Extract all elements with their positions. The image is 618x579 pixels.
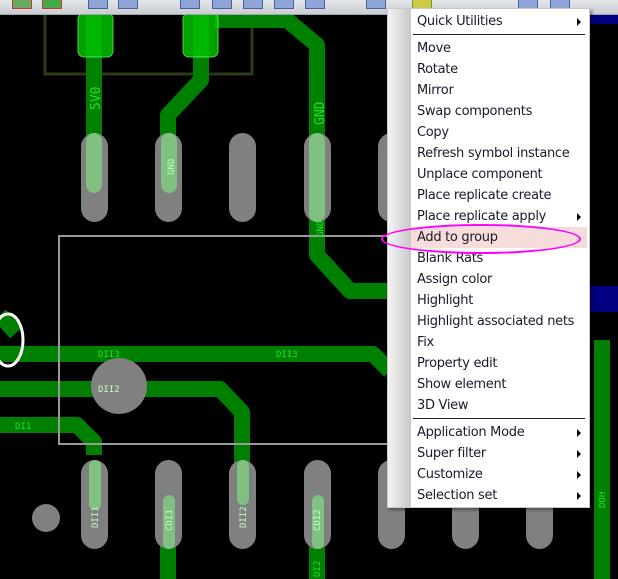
menu-item-copy[interactable]: Copy	[417, 122, 587, 143]
menu-item-label: Assign color	[417, 272, 493, 287]
menu-item-label: Refresh symbol instance	[417, 146, 570, 161]
menu-item-mirror[interactable]: Mirror	[417, 80, 587, 101]
smd-pads	[77, 15, 219, 58]
toolbar-button[interactable]	[274, 0, 294, 9]
menu-item-label: Quick Utilities	[417, 14, 503, 29]
svg-text:CDI1: CDI1	[165, 509, 175, 531]
svg-text:DII2: DII2	[98, 385, 120, 395]
svg-text:GND: GND	[167, 159, 177, 175]
menu-gutter	[388, 9, 411, 507]
toolbar-button[interactable]	[88, 0, 108, 9]
menu-item-move[interactable]: Move	[417, 38, 587, 59]
menu-separator	[413, 34, 585, 35]
menu-item-label: 3D View	[417, 398, 469, 413]
menu-item-assign-color[interactable]: Assign color	[417, 269, 587, 290]
menu-item-3d-view[interactable]: 3D View	[417, 395, 587, 416]
menu-item-swap-components[interactable]: Swap components	[417, 101, 587, 122]
menu-item-unplace-component[interactable]: Unplace component	[417, 164, 587, 185]
menu-item-fix[interactable]: Fix	[417, 332, 587, 353]
svg-text:DOH: DOH	[598, 492, 608, 508]
menu-item-label: Selection set	[417, 488, 498, 503]
menu-separator	[413, 418, 585, 419]
submenu-arrow-icon	[577, 492, 581, 500]
menu-item-super-filter[interactable]: Super filter	[417, 443, 587, 464]
menu-item-place-replicate-create[interactable]: Place replicate create	[417, 185, 587, 206]
blue-shape	[589, 15, 618, 24]
blue-shape	[589, 286, 618, 312]
submenu-arrow-icon	[577, 429, 581, 437]
toolbar-button[interactable]	[212, 0, 232, 9]
svg-text:DII3: DII3	[98, 350, 120, 360]
menu-item-application-mode[interactable]: Application Mode	[417, 422, 587, 443]
menu-item-property-edit[interactable]: Property edit	[417, 353, 587, 374]
submenu-arrow-icon	[577, 450, 581, 458]
submenu-arrow-icon	[577, 471, 581, 479]
menu-item-label: Place replicate create	[417, 188, 552, 203]
menu-item-label: Application Mode	[417, 425, 525, 440]
svg-text:5V0: 5V0	[89, 87, 104, 110]
menu-item-label: Swap components	[417, 104, 533, 119]
menu-item-label: Fix	[417, 335, 434, 350]
svg-text:GND: GND	[313, 101, 328, 125]
toolbar-button[interactable]	[12, 0, 32, 9]
svg-text:DII2: DII2	[239, 506, 249, 528]
submenu-arrow-icon	[577, 18, 581, 26]
menu-item-label: Show element	[417, 377, 507, 392]
svg-text:DII1: DII1	[91, 506, 101, 528]
toolbar-button[interactable]	[243, 0, 263, 9]
menu-item-label: Unplace component	[417, 167, 543, 182]
menu-item-customize[interactable]: Customize	[417, 464, 587, 485]
svg-text:GND: GND	[316, 221, 326, 237]
menu-item-highlight[interactable]: Highlight	[417, 290, 587, 311]
svg-text:DI1: DI1	[15, 422, 31, 432]
menu-item-label: Place replicate apply	[417, 209, 547, 224]
submenu-arrow-icon	[577, 213, 581, 221]
menu-item-label: Customize	[417, 467, 483, 482]
toolbar-button[interactable]	[180, 0, 200, 9]
menu-item-label: Rotate	[417, 62, 458, 77]
menu-item-rotate[interactable]: Rotate	[417, 59, 587, 80]
menu-item-label: Mirror	[417, 83, 454, 98]
menu-item-quick-utilities[interactable]: Quick Utilities	[417, 11, 587, 32]
menu-item-label: Copy	[417, 125, 449, 140]
svg-text:CDI2: CDI2	[313, 509, 323, 531]
toolbar-button[interactable]	[366, 0, 386, 9]
menu-item-selection-set[interactable]: Selection set	[417, 485, 587, 506]
menu-item-show-element[interactable]: Show element	[417, 374, 587, 395]
svg-text:DI2: DI2	[313, 561, 323, 577]
highlight-annotation-ring	[381, 224, 581, 254]
menu-item-label: Property edit	[417, 356, 498, 371]
toolbar-button[interactable]	[118, 0, 138, 9]
menu-item-refresh-symbol-instance[interactable]: Refresh symbol instance	[417, 143, 587, 164]
toolbar-button[interactable]	[305, 0, 325, 9]
menu-item-label: Super filter	[417, 446, 486, 461]
menu-item-label: Highlight	[417, 293, 473, 308]
menu-item-label: Move	[417, 41, 451, 56]
menu-item-highlight-associated-nets[interactable]: Highlight associated nets	[417, 311, 587, 332]
pad-overlap	[86, 133, 325, 549]
svg-text:DII3: DII3	[276, 350, 298, 360]
toolbar-button[interactable]	[42, 0, 62, 9]
context-menu: Quick Utilities Move Rotate Mirror Swap comp…	[387, 8, 590, 508]
menu-item-label: Highlight associated nets	[417, 314, 575, 329]
